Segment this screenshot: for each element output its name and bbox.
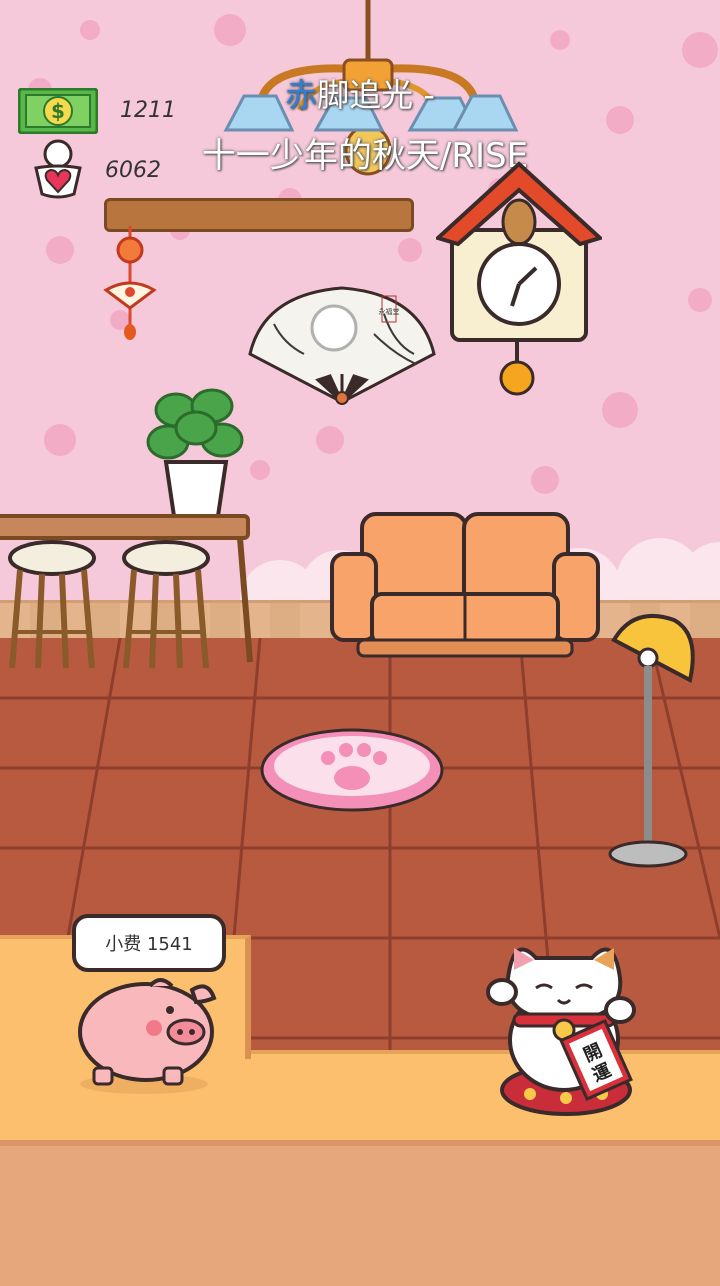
bar-stool-left[interactable] (4, 536, 100, 676)
tip-speech-bubble[interactable]: 小费 1541 (72, 914, 226, 972)
orange-sofa[interactable] (328, 510, 600, 666)
heart-person-icon[interactable] (30, 138, 86, 200)
potted-plant[interactable] (146, 380, 246, 520)
folding-fan-decoration[interactable]: 永福堂 (244, 284, 440, 420)
lucky-cat[interactable]: 開運 (484, 930, 644, 1120)
fan-seal-text: 永福堂 (379, 307, 400, 316)
tip-amount-label: 小费 1541 (105, 934, 193, 955)
shop-counter-front (0, 1140, 720, 1286)
lucky-knot-charm[interactable] (100, 226, 160, 346)
song-title-accent: 赤 (285, 76, 318, 114)
song-title-rest: 脚追光 - (317, 76, 435, 114)
piggy-bank[interactable] (74, 972, 224, 1094)
bar-stool-right[interactable] (118, 536, 214, 676)
hearts-counter: 6062 (105, 158, 161, 183)
dollar-bill-icon[interactable]: $ (17, 87, 99, 135)
song-title-line1: 赤脚追光 - (180, 70, 540, 116)
svg-text:$: $ (51, 99, 65, 123)
paw-print-rug[interactable] (258, 724, 446, 814)
floor-lamp[interactable] (604, 610, 704, 872)
money-counter: 1211 (120, 98, 176, 123)
cuckoo-clock[interactable] (434, 160, 604, 400)
